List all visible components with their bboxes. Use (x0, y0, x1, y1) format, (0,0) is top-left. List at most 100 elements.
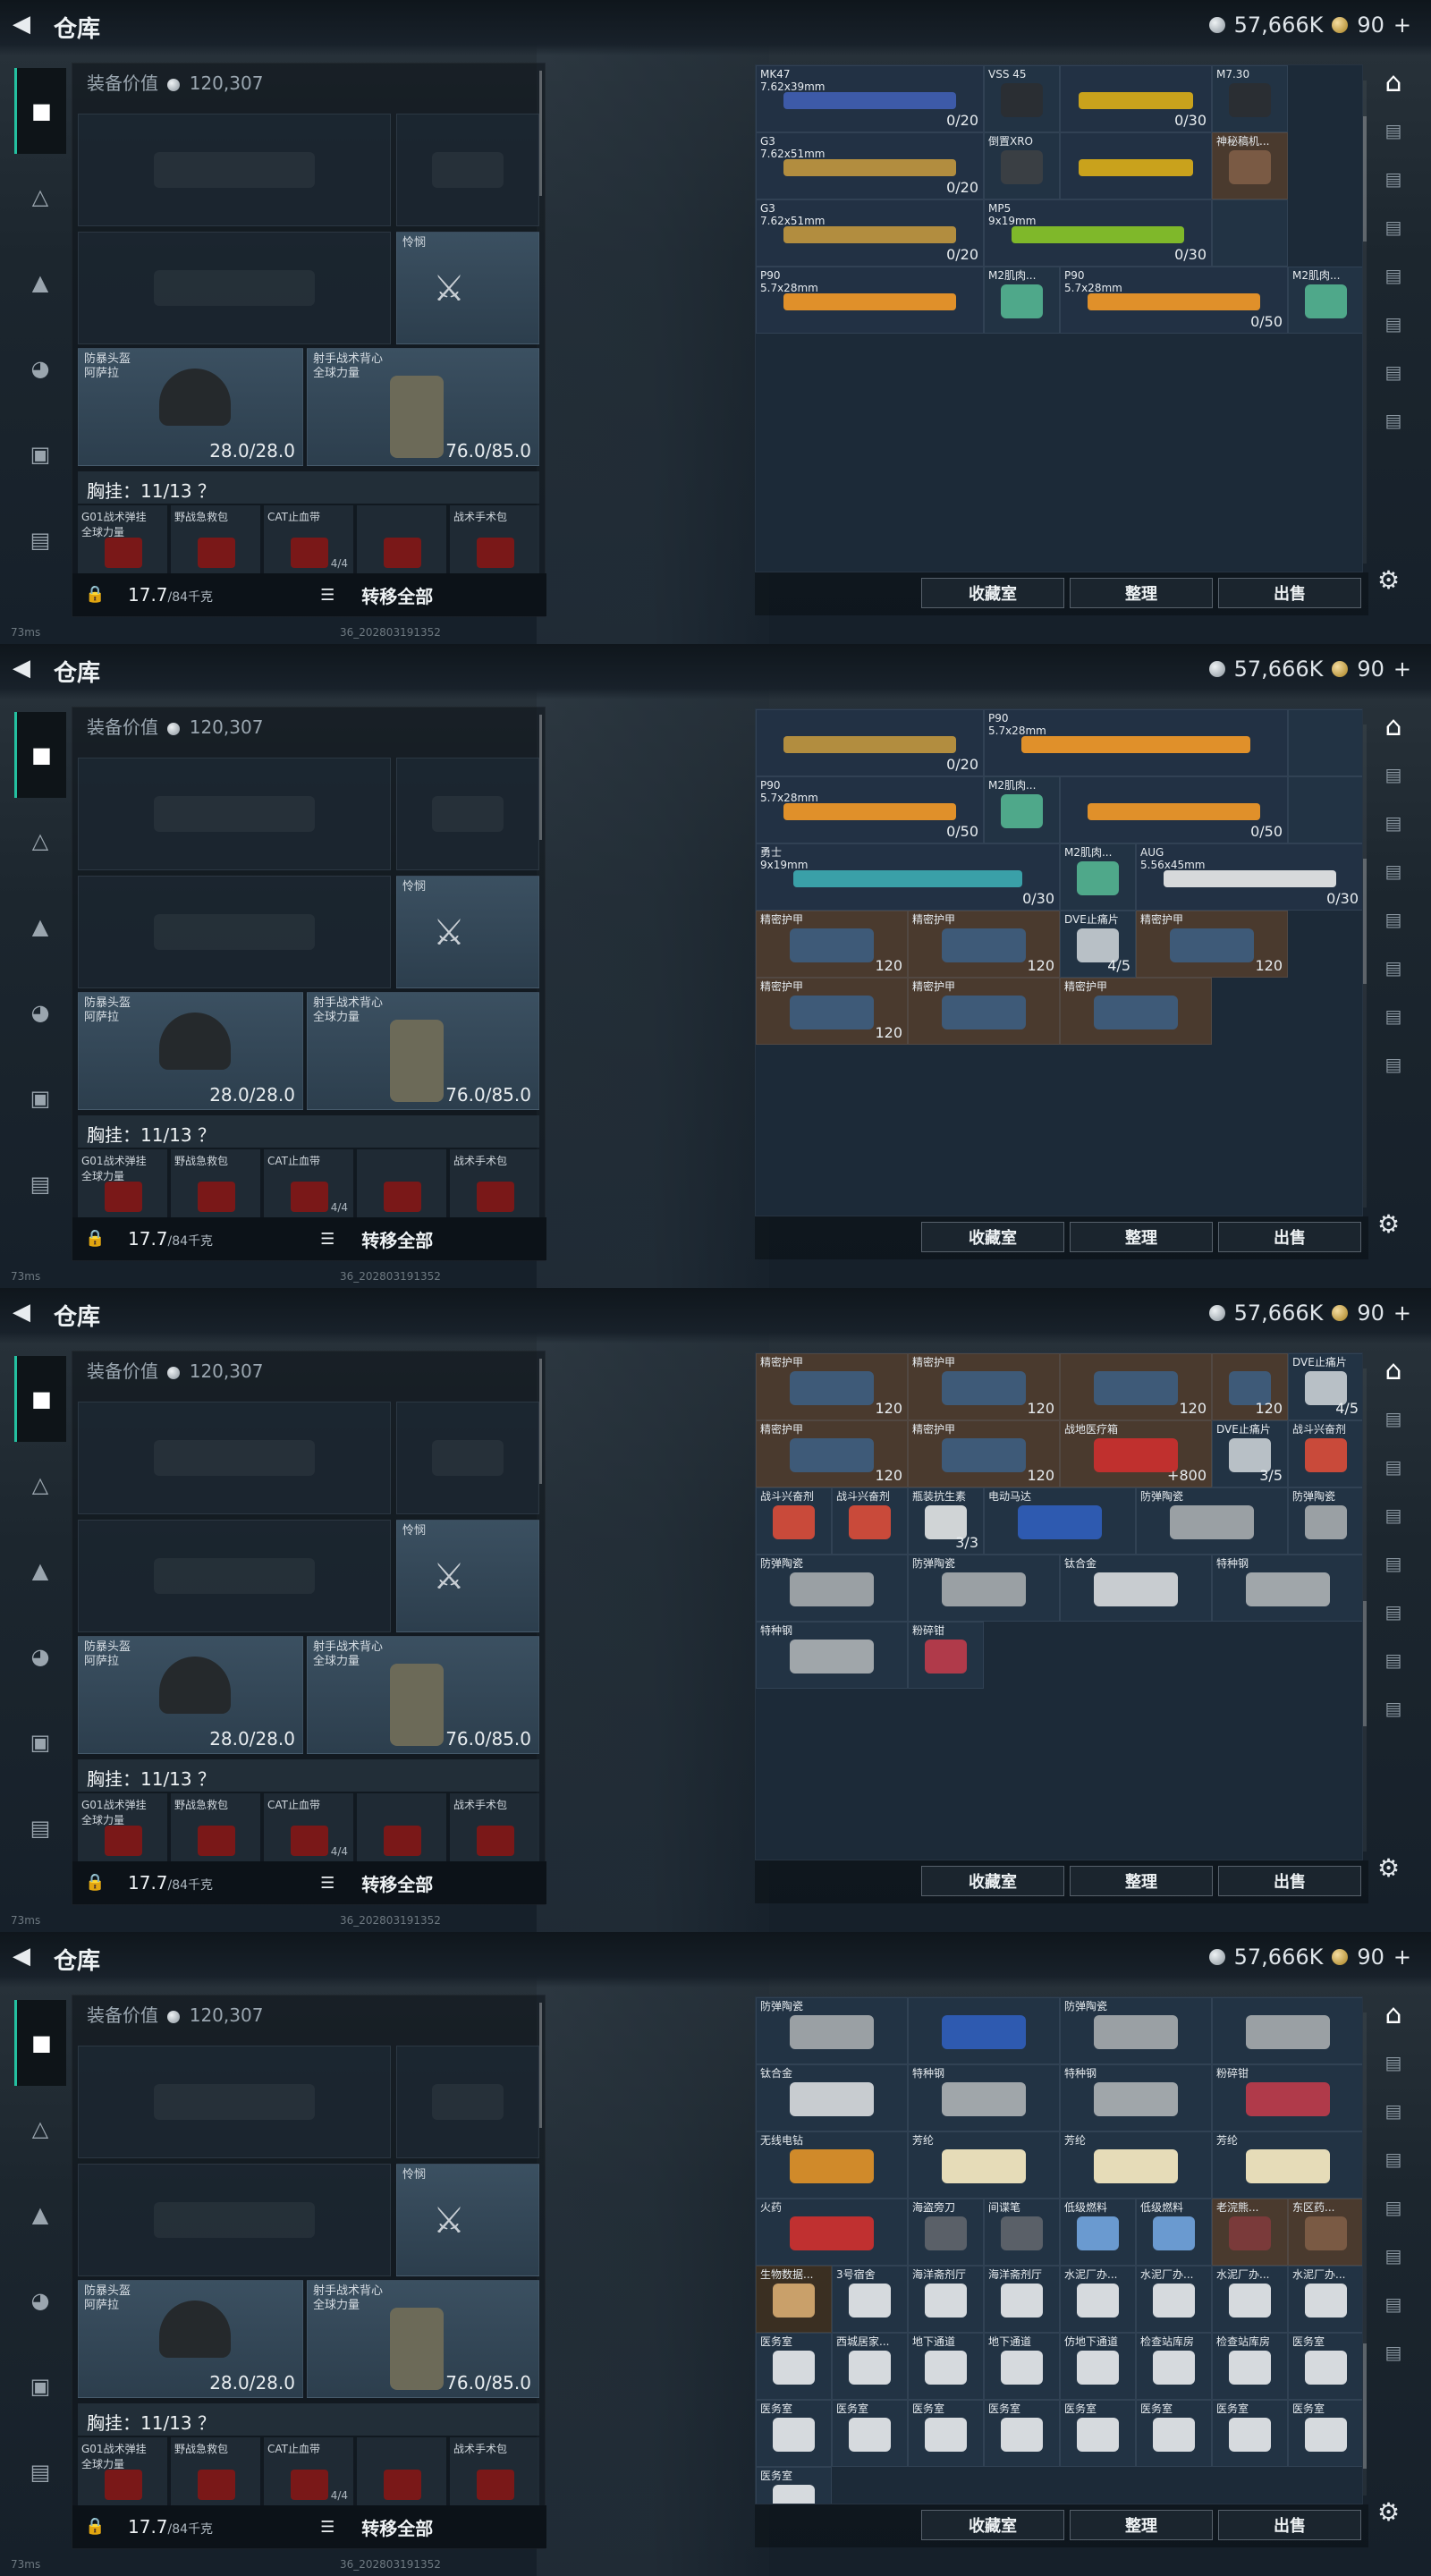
stash-item[interactable]: DVE止痛片 4/5 (1288, 1353, 1362, 1420)
vest-slot[interactable]: 射手战术背心 全球力量 76.0/85.0 (307, 1636, 539, 1754)
vault-4-icon[interactable]: ▤ (1374, 902, 1413, 937)
tab-weapons[interactable]: ■ (14, 2000, 66, 2086)
stash-item[interactable]: M2肌肉... (984, 267, 1060, 334)
vault-4-icon[interactable]: ▤ (1374, 258, 1413, 293)
stash-item[interactable]: 海洋斋剂厅 (984, 2266, 1060, 2333)
stash-item[interactable]: 特种钢 (908, 2064, 1060, 2131)
vault-7-icon[interactable]: ▤ (1374, 402, 1413, 438)
stash-item[interactable]: DVE止痛片 4/5 (1060, 911, 1136, 978)
lock-icon[interactable]: 🔒 (85, 2517, 105, 2537)
melee-slot[interactable]: 怜悯 ⚔ (396, 876, 539, 988)
tab-briefcase[interactable]: ▤ (14, 1141, 66, 1227)
stash-item[interactable]: 海盗旁刀 (908, 2199, 984, 2266)
tab-weapons[interactable]: ■ (14, 68, 66, 154)
stash-item[interactable]: 神秘稿机... (1212, 132, 1288, 199)
stash-item[interactable]: 老浣熊... (1212, 2199, 1288, 2266)
stash-item[interactable]: 粉碎钳 (908, 1622, 984, 1689)
stash-item[interactable]: 特种钢 (1212, 1555, 1362, 1622)
stash-item[interactable]: 低级燃料 (1136, 2199, 1212, 2266)
stash-item[interactable] (1212, 199, 1288, 267)
tab-briefcase[interactable]: ▤ (14, 497, 66, 583)
gate-icon[interactable]: ⌂ (1374, 1996, 1413, 2032)
secondary-weapon-slot[interactable] (78, 2164, 391, 2276)
sort-button[interactable]: 整理 (1070, 578, 1213, 608)
add-currency-button[interactable]: + (1393, 657, 1411, 682)
stash-item[interactable] (1288, 709, 1362, 776)
vault-6-icon[interactable]: ▤ (1374, 354, 1413, 390)
vault-5-icon[interactable]: ▤ (1374, 306, 1413, 342)
vault-7-icon[interactable]: ▤ (1374, 1690, 1413, 1726)
stash-item[interactable]: 防弹陶瓷 (756, 1555, 908, 1622)
stash-item[interactable]: 特种钢 (756, 1622, 908, 1689)
chest-slot[interactable]: 野战急救包 (171, 1149, 260, 1217)
stash-item[interactable]: 战地医疗箱 +800 (1060, 1420, 1212, 1487)
transfer-all-button[interactable]: 转移全部 (361, 1870, 433, 1896)
stash-item[interactable]: 医务室 (832, 2400, 908, 2467)
stash-item[interactable]: 医务室 (756, 2400, 832, 2467)
stash-item[interactable]: 西城居家... (832, 2333, 908, 2400)
stash-item[interactable]: 精密护甲 120 (756, 1420, 908, 1487)
lock-icon[interactable]: 🔒 (85, 1873, 105, 1893)
vault-4-icon[interactable]: ▤ (1374, 2190, 1413, 2225)
stash-item[interactable]: 电动马达 (984, 1487, 1136, 1555)
back-arrow-icon[interactable]: ◀ (13, 1943, 39, 1970)
tab-briefcase[interactable]: ▤ (14, 1785, 66, 1871)
lock-icon[interactable]: 🔒 (85, 585, 105, 605)
stash-item[interactable] (1212, 1997, 1362, 2064)
stash-item[interactable]: 0/20 (756, 709, 984, 776)
stash-item[interactable]: 医务室 (1136, 2400, 1212, 2467)
tab-clipboard[interactable]: ▣ (14, 1699, 66, 1785)
stash-item[interactable]: G3 7.62x51mm 0/20 (756, 199, 984, 267)
stash-item[interactable] (1060, 132, 1212, 199)
chest-slot[interactable]: CAT止血带 4/4 (264, 1149, 353, 1217)
stash-item[interactable]: 医务室 (1212, 2400, 1288, 2467)
stash-item[interactable]: 芳纶 (908, 2131, 1060, 2199)
stash-item[interactable]: P90 5.7x28mm (984, 709, 1288, 776)
stash-item[interactable]: 战斗兴奋剂 (832, 1487, 908, 1555)
stash-item[interactable]: 0/50 (1060, 776, 1288, 843)
stash-item[interactable]: VSS 45 (984, 65, 1060, 132)
tab-clipboard[interactable]: ▣ (14, 2343, 66, 2429)
transfer-all-button[interactable]: 转移全部 (361, 582, 433, 608)
transfer-all-button[interactable]: 转移全部 (361, 1226, 433, 1252)
tab-helmet[interactable]: ◕ (14, 2258, 66, 2343)
stash-item[interactable]: 精密护甲 120 (756, 911, 908, 978)
vault-2-icon[interactable]: ▤ (1374, 161, 1413, 197)
stash-item[interactable] (908, 1997, 1060, 2064)
stash-item[interactable]: P90 5.7x28mm 0/50 (1060, 267, 1288, 334)
melee-slot[interactable]: 怜悯 ⚔ (396, 232, 539, 344)
stash-item[interactable]: DVE止痛片 3/5 (1212, 1420, 1288, 1487)
chest-slot[interactable]: CAT止血带 4/4 (264, 505, 353, 573)
stash-item[interactable]: 防弹陶瓷 (1288, 1487, 1362, 1555)
tab-armor[interactable]: ▲ (14, 884, 66, 970)
melee-slot[interactable]: 怜悯 ⚔ (396, 1520, 539, 1632)
gate-icon[interactable]: ⌂ (1374, 64, 1413, 100)
stash-item[interactable]: 战斗兴奋剂 (756, 1487, 832, 1555)
tab-backpack[interactable]: △ (14, 2086, 66, 2172)
tab-clipboard[interactable]: ▣ (14, 411, 66, 497)
vault-2-icon[interactable]: ▤ (1374, 805, 1413, 841)
chest-slot[interactable]: G01战术弹挂 全球力量 (78, 1793, 167, 1861)
stash-item[interactable]: 勇士 9x19mm 0/30 (756, 843, 1060, 911)
stash-item[interactable]: 精密护甲 120 (1136, 911, 1288, 978)
collection-button[interactable]: 收藏室 (921, 578, 1064, 608)
helmet-slot[interactable]: 防暴头盔 阿萨拉 28.0/28.0 (78, 992, 303, 1110)
stash-item[interactable]: 粉碎钳 (1212, 2064, 1362, 2131)
list-icon[interactable]: ☰ (320, 1874, 334, 1893)
helmet-slot[interactable]: 防暴头盔 阿萨拉 28.0/28.0 (78, 348, 303, 466)
stash-item[interactable]: 水泥厂办... (1212, 2266, 1288, 2333)
stash-item[interactable]: 生物数据... (756, 2266, 832, 2333)
chest-slot[interactable]: 野战急救包 (171, 505, 260, 573)
stash-item[interactable]: 120 (1060, 1353, 1212, 1420)
left-scrollbar[interactable] (539, 715, 542, 840)
helmet-slot[interactable]: 防暴头盔 阿萨拉 28.0/28.0 (78, 1636, 303, 1754)
vault-3-icon[interactable]: ▤ (1374, 1497, 1413, 1533)
chest-slot[interactable] (357, 1793, 446, 1861)
vault-6-icon[interactable]: ▤ (1374, 2286, 1413, 2322)
vest-slot[interactable]: 射手战术背心 全球力量 76.0/85.0 (307, 2280, 539, 2398)
vault-1-icon[interactable]: ▤ (1374, 757, 1413, 792)
tab-briefcase[interactable]: ▤ (14, 2429, 66, 2515)
stash-item[interactable]: 3号宿舍 (832, 2266, 908, 2333)
sell-button[interactable]: 出售 (1218, 1222, 1361, 1252)
stash-item[interactable]: 芳纶 (1212, 2131, 1362, 2199)
